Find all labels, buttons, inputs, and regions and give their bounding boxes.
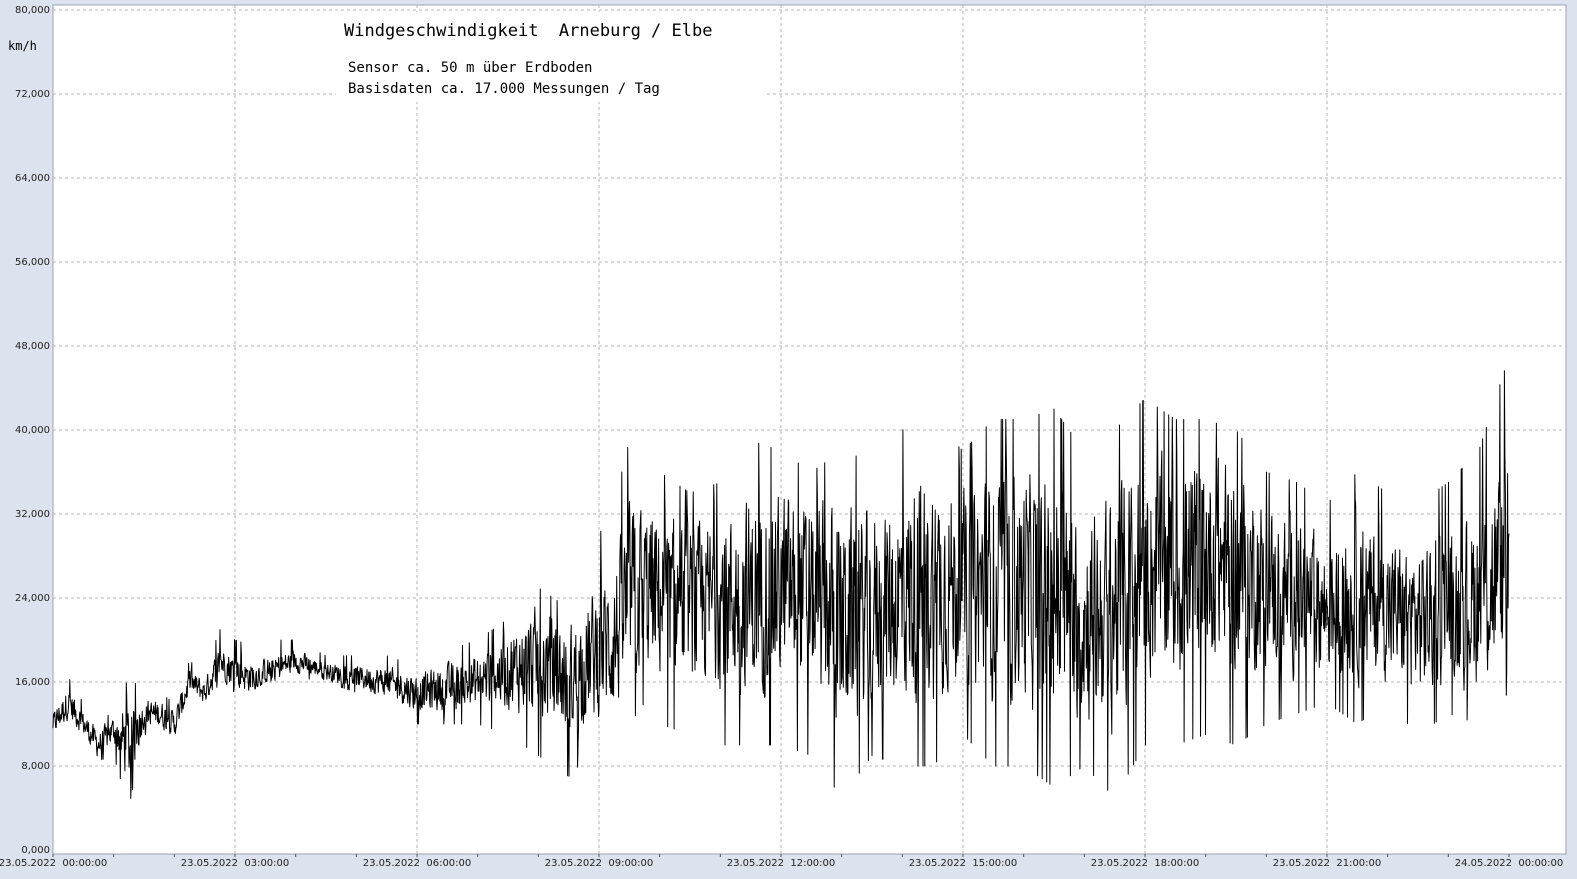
chart-subtitle-line-1: Sensor ca. 50 m über Erdboden: [348, 60, 592, 76]
x-tick-label: 23.05.2022 15:00:00: [909, 858, 1018, 869]
x-tick-label: 23.05.2022 00:00:00: [0, 858, 107, 869]
y-tick-label: 56,000: [15, 257, 50, 268]
x-tick-label: 23.05.2022 12:00:00: [727, 858, 836, 869]
x-tick-label: 24.05.2022 00:00:00: [1455, 858, 1564, 869]
x-tick-label: 23.05.2022 06:00:00: [363, 858, 472, 869]
wind-speed-chart: 0,000 8,000 16,000 24,000 32,000 40,000 48,000…: [0, 0, 1577, 879]
y-tick-label: 32,000: [15, 509, 50, 520]
y-tick-label: 24,000: [15, 593, 50, 604]
chart-title: Windgeschwindigkeit Arneburg / Elbe: [344, 21, 712, 41]
x-tick-label: 23.05.2022 21:00:00: [1273, 858, 1382, 869]
y-tick-label: 64,000: [15, 173, 50, 184]
y-tick-label: 72,000: [15, 89, 50, 100]
y-tick-label: 80,000: [15, 5, 50, 16]
y-tick-label: 48,000: [15, 341, 50, 352]
y-tick-label: 40,000: [15, 425, 50, 436]
y-tick-label: 16,000: [15, 677, 50, 688]
y-tick-label: 8,000: [21, 761, 50, 772]
x-tick-label: 23.05.2022 09:00:00: [545, 858, 654, 869]
chart-subtitle-line-2: Basisdaten ca. 17.000 Messungen / Tag: [348, 81, 660, 97]
x-tick-label: 23.05.2022 03:00:00: [181, 858, 290, 869]
y-axis-unit-label: km/h: [8, 39, 37, 53]
x-tick-label: 23.05.2022 18:00:00: [1091, 858, 1200, 869]
y-tick-label: 0,000: [21, 845, 50, 856]
